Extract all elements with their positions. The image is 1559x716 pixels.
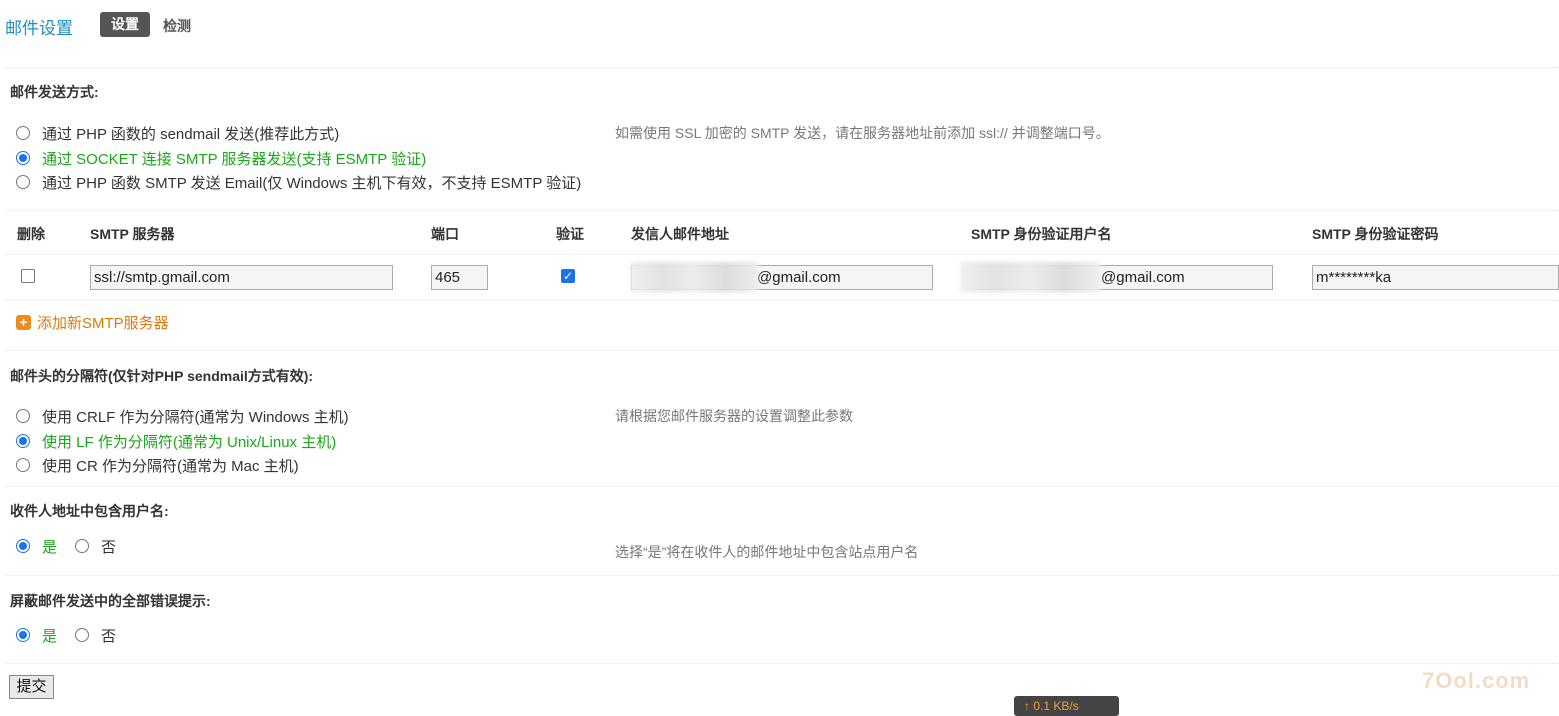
auth-checkbox[interactable] bbox=[561, 269, 575, 283]
col-delete: 删除 bbox=[17, 226, 45, 242]
submit-button[interactable]: 提交 bbox=[9, 675, 54, 699]
send-method-tip: 如需使用 SSL 加密的 SMTP 发送，请在服务器地址前添加 ssl:// 并… bbox=[615, 125, 1110, 141]
divider bbox=[5, 254, 1559, 255]
radio-button[interactable] bbox=[16, 126, 30, 140]
plus-icon: + bbox=[16, 315, 31, 330]
separator-option-crlf[interactable]: 使用 CRLF 作为分隔符(通常为 Windows 主机) bbox=[16, 406, 349, 426]
option-label: 否 bbox=[101, 538, 117, 556]
col-username: SMTP 身份验证用户名 bbox=[971, 226, 1112, 242]
col-port: 端口 bbox=[431, 226, 459, 242]
option-label: 通过 PHP 函数 SMTP 发送 Email(仅 Windows 主机下有效，… bbox=[42, 174, 582, 192]
send-method-title: 邮件发送方式: bbox=[10, 84, 99, 100]
tab-check[interactable]: 检测 bbox=[163, 16, 191, 36]
option-label: 否 bbox=[101, 627, 117, 645]
radio-button[interactable] bbox=[16, 175, 30, 189]
separator-option-lf[interactable]: 使用 LF 作为分隔符(通常为 Unix/Linux 主机) bbox=[16, 431, 336, 451]
silent-errors-title: 屏蔽邮件发送中的全部错误提示: bbox=[10, 593, 211, 609]
divider bbox=[5, 300, 1559, 301]
tab-settings[interactable]: 设置 bbox=[100, 12, 150, 37]
option-label: 通过 SOCKET 连接 SMTP 服务器发送(支持 ESMTP 验证) bbox=[42, 150, 427, 168]
include-username-yes[interactable]: 是 bbox=[16, 536, 57, 557]
option-label: 是 bbox=[42, 538, 58, 556]
smtp-password-input[interactable]: m********ka bbox=[1312, 265, 1559, 290]
separator-tip: 请根据您邮件服务器的设置调整此参数 bbox=[615, 408, 853, 424]
add-smtp-server-label: 添加新SMTP服务器 bbox=[37, 315, 169, 332]
send-method-option-sendmail[interactable]: 通过 PHP 函数的 sendmail 发送(推荐此方式) bbox=[16, 123, 339, 143]
separator-option-cr[interactable]: 使用 CR 作为分隔符(通常为 Mac 主机) bbox=[16, 455, 299, 475]
radio-button[interactable] bbox=[16, 151, 30, 165]
option-label: 通过 PHP 函数的 sendmail 发送(推荐此方式) bbox=[42, 125, 340, 143]
redaction-blur bbox=[960, 262, 1100, 292]
page-title: 邮件设置 bbox=[5, 19, 73, 38]
radio-button[interactable] bbox=[16, 458, 30, 472]
sender-email-text: @gmail.com bbox=[757, 269, 841, 286]
add-smtp-server-link[interactable]: + 添加新SMTP服务器 bbox=[16, 312, 169, 333]
silent-errors-no[interactable]: 否 bbox=[75, 625, 116, 646]
smtp-username-text: @gmail.com bbox=[1101, 269, 1185, 286]
radio-button[interactable] bbox=[16, 539, 30, 553]
divider bbox=[5, 575, 1559, 576]
col-auth: 验证 bbox=[556, 226, 584, 242]
silent-errors-options: 是 否 bbox=[16, 625, 116, 645]
option-label: 是 bbox=[42, 627, 58, 645]
radio-button[interactable] bbox=[16, 628, 30, 642]
send-method-option-socket[interactable]: 通过 SOCKET 连接 SMTP 服务器发送(支持 ESMTP 验证) bbox=[16, 148, 426, 168]
col-server: SMTP 服务器 bbox=[90, 226, 175, 242]
network-speed-badge: ↑ 0.1 KB/s bbox=[1014, 696, 1119, 716]
radio-button[interactable] bbox=[75, 628, 90, 642]
include-username-tip: 选择“是”将在收件人的邮件地址中包含站点用户名 bbox=[615, 544, 919, 560]
divider bbox=[5, 210, 1559, 211]
port-input[interactable]: 465 bbox=[431, 265, 488, 290]
include-username-options: 是 否 bbox=[16, 536, 116, 556]
include-username-no[interactable]: 否 bbox=[75, 536, 116, 557]
radio-button[interactable] bbox=[16, 434, 30, 448]
send-method-option-php-smtp[interactable]: 通过 PHP 函数 SMTP 发送 Email(仅 Windows 主机下有效，… bbox=[16, 172, 581, 192]
include-username-title: 收件人地址中包含用户名: bbox=[10, 503, 169, 519]
divider bbox=[5, 350, 1559, 351]
divider bbox=[5, 486, 1559, 487]
silent-errors-yes[interactable]: 是 bbox=[16, 625, 57, 646]
separator-title: 邮件头的分隔符(仅针对PHP sendmail方式有效): bbox=[10, 368, 314, 384]
watermark-logo: 7Ool.com bbox=[1422, 668, 1531, 693]
option-label: 使用 CRLF 作为分隔符(通常为 Windows 主机) bbox=[42, 408, 349, 426]
option-label: 使用 CR 作为分隔符(通常为 Mac 主机) bbox=[42, 457, 299, 475]
option-label: 使用 LF 作为分隔符(通常为 Unix/Linux 主机) bbox=[42, 433, 337, 451]
smtp-server-input[interactable]: ssl://smtp.gmail.com bbox=[90, 265, 393, 290]
radio-button[interactable] bbox=[75, 539, 90, 553]
col-sender: 发信人邮件地址 bbox=[631, 226, 729, 242]
col-password: SMTP 身份验证密码 bbox=[1312, 226, 1439, 242]
divider bbox=[5, 663, 1559, 664]
redaction-blur bbox=[630, 262, 758, 292]
radio-button[interactable] bbox=[16, 409, 30, 423]
divider bbox=[5, 67, 1559, 68]
delete-checkbox[interactable] bbox=[21, 269, 35, 283]
